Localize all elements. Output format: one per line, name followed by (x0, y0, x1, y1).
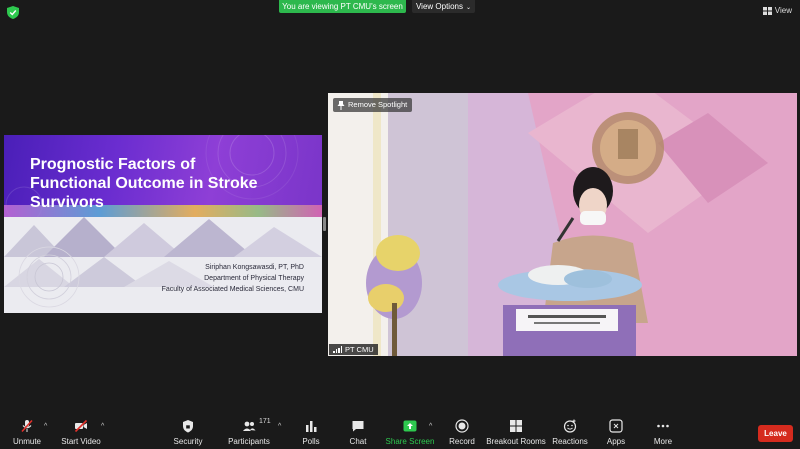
viewing-screen-banner: You are viewing PT CMU's screen (279, 0, 406, 13)
chat-button[interactable]: Chat (328, 419, 388, 446)
breakout-rooms-button[interactable]: Breakout Rooms (486, 419, 546, 446)
security-label: Security (173, 437, 203, 446)
chevron-down-icon: ⌄ (465, 5, 472, 11)
slide-author: Siriphan Kongsawasdi, PT, PhD (205, 264, 304, 271)
chat-icon (352, 421, 364, 432)
unmute-button[interactable]: Unmute (0, 419, 57, 446)
remove-spotlight-label: Remove Spotlight (348, 100, 408, 109)
slide-faculty: Faculty of Associated Medical Sciences, … (161, 286, 304, 293)
apps-label: Apps (606, 437, 626, 446)
polls-label: Polls (302, 437, 320, 446)
view-options-label: View Options (415, 2, 463, 11)
mic-muted-icon (21, 419, 33, 433)
view-label: View (774, 6, 792, 15)
start-video-label: Start Video (61, 437, 101, 446)
security-icon (183, 420, 193, 433)
leave-button[interactable]: Leave (758, 425, 793, 442)
security-button[interactable]: Security (158, 419, 218, 446)
record-button[interactable]: Record (432, 419, 492, 446)
shield-icon[interactable] (7, 6, 19, 19)
pin-icon (337, 100, 345, 110)
video-options-caret-icon[interactable]: ^ (101, 423, 104, 430)
remove-spotlight-button[interactable]: Remove Spotlight (333, 98, 413, 112)
more-button[interactable]: More (633, 419, 693, 446)
participant-name: PT CMU (345, 345, 374, 354)
video-off-icon (74, 419, 88, 433)
record-icon (455, 419, 469, 433)
reactions-label: Reactions (552, 437, 588, 446)
share-screen-label: Share Screen (385, 437, 435, 446)
record-label: Record (449, 437, 475, 446)
participants-label: Participants (228, 437, 270, 446)
view-options-button[interactable]: View Options ⌄ (412, 0, 475, 13)
chat-label: Chat (349, 437, 367, 446)
slide-department: Department of Physical Therapy (204, 275, 304, 282)
slide-author-block: Siriphan Kongsawasdi, PT, PhD Department… (44, 262, 304, 295)
split-view-divider[interactable] (323, 217, 326, 231)
polls-icon (306, 421, 317, 432)
speaker-video-frame (328, 93, 797, 356)
participants-count: 171 (259, 418, 271, 425)
more-icon (657, 424, 669, 428)
signal-icon (333, 346, 342, 353)
participant-name-tag: PT CMU (329, 344, 378, 355)
breakout-rooms-label: Breakout Rooms (486, 437, 546, 446)
unmute-label: Unmute (12, 437, 41, 446)
slide-title: Prognostic Factors of Functional Outcome… (30, 156, 258, 211)
view-button[interactable]: View (762, 6, 792, 15)
spotlight-video: Remove Spotlight PT CMU (328, 93, 797, 356)
grid-view-icon (762, 6, 772, 15)
breakout-rooms-icon (510, 420, 522, 432)
shared-slide: Prognostic Factors of Functional Outcome… (4, 135, 322, 313)
reactions-icon (563, 419, 577, 433)
meeting-toolbar: Unmute ^ Start Video ^ Security Particip… (0, 415, 800, 449)
participants-icon (243, 421, 256, 431)
audio-options-caret-icon[interactable]: ^ (44, 423, 47, 430)
more-label: More (653, 437, 673, 446)
share-screen-icon (403, 420, 417, 432)
apps-icon (609, 419, 623, 433)
